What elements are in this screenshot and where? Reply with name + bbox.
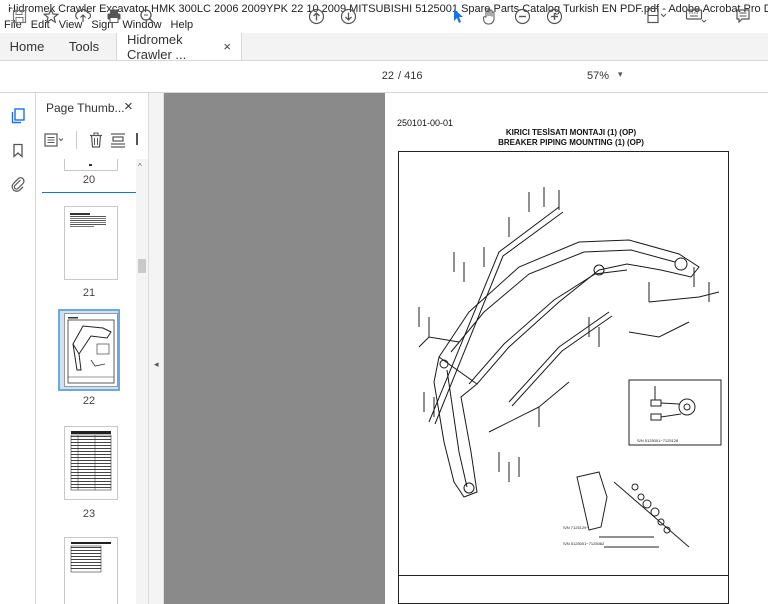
- thumbnail-page-21[interactable]: [64, 206, 118, 280]
- thumbnail-page-22[interactable]: [64, 313, 118, 387]
- hand-tool-icon[interactable]: [481, 6, 499, 26]
- bookmarks-icon[interactable]: [9, 141, 27, 159]
- next-page-icon[interactable]: [339, 6, 357, 26]
- document-view[interactable]: 250101-00-01 KIRICI TESİSATI MONTAJI (1)…: [164, 93, 768, 604]
- thumbnail-label-21: 21: [82, 287, 96, 299]
- thumbnail-options-icon[interactable]: [44, 133, 66, 150]
- print-icon[interactable]: [105, 6, 123, 26]
- bookmark-star-icon[interactable]: [42, 6, 60, 26]
- zoom-dropdown-icon[interactable]: ▾: [618, 69, 623, 80]
- zoom-out-icon[interactable]: [513, 6, 531, 26]
- thumbnails-toolbar: [44, 131, 144, 151]
- comment-icon[interactable]: [734, 6, 752, 26]
- tab-tools[interactable]: Tools: [54, 33, 114, 60]
- thumbnail-page-23[interactable]: [64, 426, 118, 500]
- keyboard-icon[interactable]: [684, 6, 708, 26]
- tab-home-label: Home: [9, 39, 45, 54]
- save-icon[interactable]: [10, 6, 28, 26]
- page-code: 250101-00-01: [397, 118, 454, 128]
- scroll-up-icon[interactable]: ^: [138, 162, 142, 171]
- tab-bar: Home Tools Hidromek Crawler ... ×: [0, 31, 768, 62]
- fit-page-icon[interactable]: [645, 6, 669, 26]
- zoom-in-icon[interactable]: [545, 6, 563, 26]
- share-upload-icon[interactable]: [74, 6, 92, 26]
- more-options-icon[interactable]: [136, 133, 138, 145]
- pdf-page: 250101-00-01 KIRICI TESİSATI MONTAJI (1)…: [385, 93, 768, 604]
- toolbar-divider: [76, 131, 77, 149]
- tab-home[interactable]: Home: [0, 33, 54, 60]
- collapse-panel-icon[interactable]: ◂: [154, 359, 159, 370]
- inset-serial-note: S/N 5125001~7125128: [637, 438, 679, 443]
- page-number-input[interactable]: [369, 68, 394, 84]
- thumbnails-scrollbar[interactable]: ^: [136, 159, 148, 604]
- thumbnail-label-22: 22: [82, 395, 96, 407]
- exploded-parts-diagram: [418, 187, 722, 548]
- thumbnail-label-23: 23: [82, 508, 96, 520]
- thumbnail-page-20[interactable]: [64, 159, 118, 171]
- tab-document-label: Hidromek Crawler ...: [127, 31, 187, 62]
- delete-page-icon[interactable]: [89, 132, 103, 151]
- inset-serial-note-a: S/N 7125129~: [563, 525, 589, 530]
- page-total-label: / 416: [398, 70, 423, 82]
- thumbnail-page-24[interactable]: [64, 537, 118, 604]
- zoom-search-icon[interactable]: [138, 6, 156, 26]
- thumbnail-insertion-line: [42, 192, 136, 193]
- previous-page-icon[interactable]: [307, 6, 325, 26]
- thumbnail-list: 20 21 22 23: [42, 159, 136, 604]
- select-cursor-icon[interactable]: [450, 6, 466, 26]
- panel-splitter[interactable]: ◂: [148, 93, 164, 604]
- extract-pages-icon[interactable]: [110, 132, 126, 151]
- page-thumbnails-icon[interactable]: [9, 107, 27, 125]
- frame-divider: [399, 575, 728, 576]
- tab-document[interactable]: Hidromek Crawler ... ×: [116, 31, 242, 62]
- tab-close-icon[interactable]: ×: [223, 39, 231, 54]
- scrollbar-thumb[interactable]: [138, 259, 146, 273]
- thumbnail-label-20: 20: [82, 174, 96, 186]
- menu-help[interactable]: Help: [171, 19, 194, 31]
- drawing-frame: S/N 5125001~7125128 S/N 7125129~ S/N 512…: [398, 151, 729, 604]
- inset-serial-note-b: S/N 5125001~7125082: [563, 541, 605, 546]
- thumbnails-close-icon[interactable]: ×: [124, 98, 133, 115]
- page-heading-turkish: KIRICI TESİSATI MONTAJI (1) (OP): [505, 128, 637, 137]
- navigation-pane: [0, 93, 36, 604]
- thumbnails-panel-title: Page Thumb...: [46, 101, 125, 115]
- attachments-icon[interactable]: [9, 175, 27, 193]
- thumbnails-panel: Page Thumb... × 20 21 22 23 ^: [36, 93, 148, 604]
- tab-tools-label: Tools: [68, 39, 100, 54]
- zoom-level[interactable]: 57%: [587, 70, 609, 82]
- page-heading-english: BREAKER PIPING MOUNTING (1) (OP): [498, 138, 644, 147]
